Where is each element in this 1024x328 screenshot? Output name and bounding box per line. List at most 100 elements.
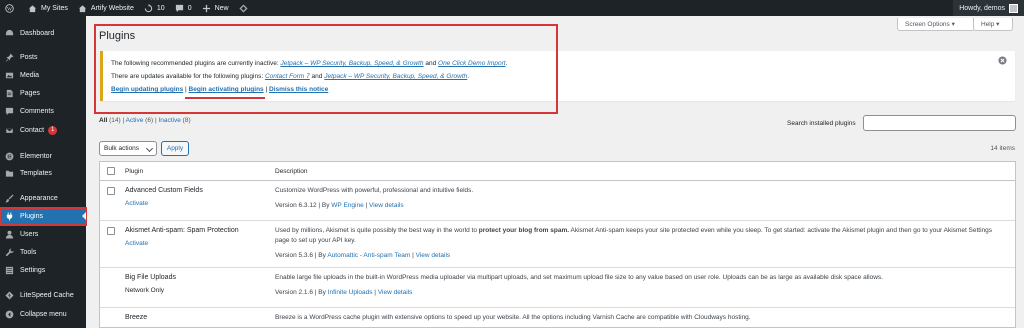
plugin-version: Version 2.1.6	[275, 289, 313, 296]
updates-count: 10	[156, 4, 165, 12]
view-details-link[interactable]: View details	[416, 252, 451, 259]
folder-icon	[5, 170, 14, 177]
bulk-actions-select[interactable]: Bulk actions	[99, 141, 157, 156]
my-sites-menu[interactable]: My Sites	[23, 0, 73, 16]
by-label: | By	[318, 202, 330, 209]
settings-icon	[5, 266, 14, 275]
comment-icon	[5, 107, 14, 116]
sidebar-item-comments[interactable]: Comments	[0, 103, 86, 120]
plugin-version: Version 6.3.12	[275, 202, 317, 209]
table-row: Breeze Breeze is a WordPress cache plugi…	[100, 308, 1015, 327]
plugin-meta: Version 2.1.6 | By Infinite Uploads | Vi…	[275, 289, 412, 296]
sidebar-item-litespeed-cache[interactable]: LiteSpeed Cache	[0, 287, 86, 304]
chevron-down-icon	[145, 144, 154, 153]
view-details-link[interactable]: View details	[369, 202, 404, 209]
filter-all[interactable]: All (14)	[99, 117, 121, 124]
filter-all-label: All	[99, 117, 108, 124]
apply-button[interactable]: Apply	[161, 141, 189, 156]
sidebar-item-label: LiteSpeed Cache	[20, 292, 74, 299]
activate-link[interactable]: Activate	[125, 240, 148, 247]
mail-icon	[5, 127, 14, 134]
column-header-description: Description	[275, 168, 308, 175]
separator: |	[365, 202, 368, 209]
sidebar-item-pages[interactable]: Pages	[0, 85, 86, 102]
updates-menu[interactable]: 10	[139, 0, 170, 16]
sidebar-item-users[interactable]: Users	[0, 226, 86, 243]
sidebar-item-collapse-menu[interactable]: Collapse menu	[0, 306, 86, 323]
admin-bar: W My Sites Artify Website 10 0 New Howdy…	[0, 0, 1024, 16]
view-details-link[interactable]: View details	[378, 289, 413, 296]
table-row: Akismet Anti-spam: Spam Protection Activ…	[100, 221, 1015, 268]
search-label: Search installed plugins	[787, 120, 856, 127]
table-row: Advanced Custom Fields Activate Customiz…	[100, 181, 1015, 221]
row-checkbox[interactable]	[107, 227, 115, 235]
house-icon	[78, 4, 86, 12]
pin-icon	[5, 53, 14, 62]
plugin-meta: Version 6.3.12 | By WP Engine | View det…	[275, 202, 404, 209]
collapse-icon	[5, 310, 14, 319]
sidebar-item-label: Contact	[20, 127, 45, 134]
wordpress-logo-icon[interactable]: W	[0, 0, 23, 16]
sidebar-item-label: Settings	[20, 267, 46, 274]
site-name-menu[interactable]: Artify Website	[73, 0, 139, 16]
brush-icon	[5, 194, 14, 203]
sidebar-item-label: Plugins	[20, 213, 43, 220]
separator: |	[412, 252, 414, 259]
network-only-label: Network Only	[125, 287, 165, 294]
select-all-checkbox[interactable]	[107, 167, 115, 175]
separator: |	[374, 289, 376, 296]
sidebar-item-label: Tools	[20, 249, 37, 256]
screen-options-button[interactable]: Screen Options ▾	[897, 18, 975, 31]
plugin-status-filters: All (14) | Active (6) | Inactive (8)	[99, 117, 191, 124]
sidebar-item-contact[interactable]: Contact 1	[0, 122, 86, 139]
sidebar-item-posts[interactable]: Posts	[0, 49, 86, 66]
new-label: New	[214, 4, 229, 12]
author-link[interactable]: Infinite Uploads	[328, 289, 373, 296]
sidebar-item-elementor[interactable]: Elementor	[0, 148, 86, 165]
plugin-name: Breeze	[125, 314, 148, 321]
sidebar-item-label: Dashboard	[20, 30, 55, 37]
plugin-description: Customize WordPress with powerful, profe…	[275, 187, 474, 194]
search-plugins-input[interactable]	[863, 115, 1016, 131]
comment-bubble-icon	[175, 4, 183, 12]
site-name-label: Artify Website	[90, 4, 134, 12]
author-link[interactable]: Automattic - Anti-spam Team	[327, 252, 410, 259]
bulk-actions-label: Bulk actions	[104, 145, 140, 152]
sidebar-item-plugins[interactable]: Plugins	[0, 207, 87, 226]
my-sites-label: My Sites	[41, 4, 68, 12]
sidebar-item-settings[interactable]: Settings	[0, 262, 86, 279]
by-label: | By	[314, 252, 326, 259]
comments-count: 0	[187, 4, 192, 12]
diamond-icon[interactable]	[234, 0, 257, 16]
sidebar-item-templates[interactable]: Templates	[0, 165, 86, 182]
filter-all-count: (14)	[109, 117, 121, 124]
highlight-box	[94, 24, 558, 114]
user-account-menu[interactable]: Howdy, demos	[953, 0, 1024, 16]
plus-icon	[202, 4, 210, 12]
avatar	[1009, 3, 1018, 13]
plugin-name: Akismet Anti-spam: Spam Protection	[125, 227, 239, 234]
activate-link[interactable]: Activate	[125, 200, 148, 207]
sidebar-item-tools[interactable]: Tools	[0, 244, 86, 261]
plugin-version: Version 5.3.6	[275, 252, 313, 259]
dismiss-circle-x-icon[interactable]	[998, 56, 1007, 65]
new-content-menu[interactable]: New	[197, 0, 234, 16]
separator: |	[122, 117, 125, 124]
highlight-underline	[185, 97, 265, 99]
plugin-description: Enable large file uploads in the built-i…	[275, 274, 883, 281]
user-icon	[5, 230, 14, 239]
plugins-table: Plugin Description Advanced Custom Field…	[99, 161, 1016, 328]
sidebar-item-media[interactable]: Media	[0, 67, 86, 84]
table-header: Plugin Description	[100, 162, 1015, 181]
sidebar-item-label: Posts	[20, 54, 38, 61]
filter-inactive[interactable]: Inactive (8)	[158, 117, 190, 124]
comments-menu[interactable]: 0	[170, 0, 197, 16]
author-link[interactable]: WP Engine	[331, 202, 363, 209]
sidebar-item-dashboard[interactable]: Dashboard	[0, 25, 86, 42]
help-button[interactable]: Help ▾	[973, 18, 1013, 31]
sidebar-item-appearance[interactable]: Appearance	[0, 190, 86, 207]
plugin-name: Advanced Custom Fields	[125, 187, 203, 194]
filter-active[interactable]: Active (6)	[126, 117, 153, 124]
row-checkbox[interactable]	[107, 187, 115, 195]
separator: |	[154, 117, 157, 124]
